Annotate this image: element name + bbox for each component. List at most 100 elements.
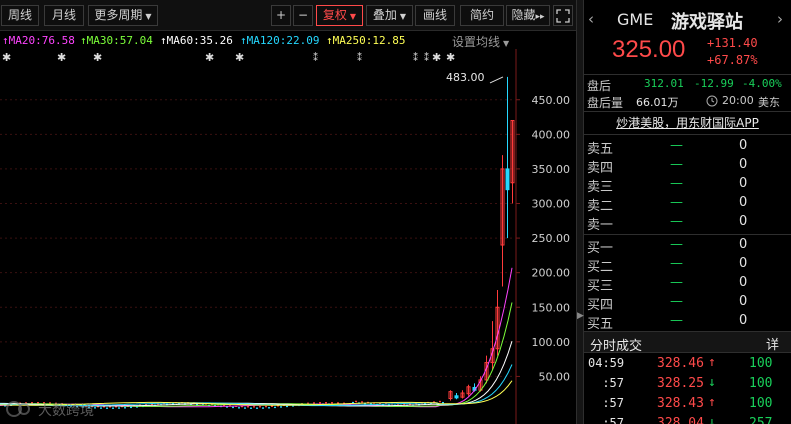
max-price-label: 483.00	[446, 71, 485, 84]
monthly-period-button[interactable]: 月线	[44, 5, 84, 26]
ask-price: —	[670, 214, 683, 229]
arrow-up-icon: ↑	[708, 355, 716, 370]
y-tick-label: 200.00	[532, 267, 571, 280]
after-hours-volume-label: 盘后量	[587, 96, 624, 110]
ma250-value: ↑MA250:12.85	[326, 34, 406, 47]
bid-row: 买一 — 0	[584, 236, 791, 256]
ask-row: 卖三 — 0	[584, 175, 791, 195]
overlay-dropdown[interactable]: 叠加 ▼	[366, 5, 413, 26]
candle	[331, 402, 333, 404]
promo-link[interactable]: 炒港美股，用东财国际APP	[616, 116, 759, 130]
tick-price: 328.04	[657, 416, 704, 424]
candle	[106, 407, 108, 409]
candle	[268, 407, 270, 409]
bid-volume: 0	[739, 294, 748, 309]
hide-button[interactable]: 隐藏▸▸	[506, 5, 550, 26]
candle	[313, 402, 315, 404]
ask-label: 卖四	[587, 161, 614, 176]
event-dot-marker: ⁑	[413, 51, 418, 64]
bid-price: —	[670, 256, 683, 271]
quote-panel: ‹ › GME 游戏驿站 325.00 +131.40 +67.87% 盘后 3…	[584, 0, 791, 424]
ask-volume: 0	[739, 195, 748, 210]
y-tick-label: 450.00	[532, 94, 571, 107]
tick-row: 04:59 328.46 ↑ 100	[584, 354, 791, 374]
tick-price: 328.25	[657, 376, 704, 391]
next-stock-icon[interactable]: ›	[777, 10, 783, 28]
bid-label: 买五	[587, 317, 614, 332]
bid-row: 买二 — 0	[584, 255, 791, 275]
candle	[112, 407, 114, 409]
tick-price: 328.46	[657, 356, 704, 371]
candle	[130, 406, 132, 409]
zoom-in-button[interactable]: +	[271, 5, 291, 26]
weekly-period-button[interactable]: 周线	[1, 5, 39, 26]
order-book-divider	[584, 234, 791, 235]
price-change-pct: +67.87%	[707, 53, 758, 67]
y-tick-label: 250.00	[532, 232, 571, 245]
event-star-marker: ✱	[93, 51, 102, 64]
adjust-label: 复权	[322, 8, 347, 22]
ask-row: 卖二 — 0	[584, 194, 791, 214]
tick-time: 04:59	[588, 356, 625, 370]
bid-price: —	[670, 294, 683, 309]
zoom-out-button[interactable]: −	[293, 5, 313, 26]
panel-divider[interactable]: ▶	[576, 0, 584, 424]
collapse-panel-icon[interactable]: ▶	[577, 305, 584, 327]
prev-stock-icon[interactable]: ‹	[588, 10, 594, 28]
more-periods-dropdown[interactable]: 更多周期 ▼	[88, 5, 158, 26]
watermark-text: 大数跨境	[38, 403, 94, 419]
last-price: 325.00	[612, 36, 686, 63]
bid-label: 买一	[587, 241, 614, 256]
quote-header: ‹ › GME 游戏驿站 325.00 +131.40 +67.87%	[584, 0, 791, 75]
simple-mode-button[interactable]: 简约	[460, 5, 504, 26]
candle	[361, 401, 363, 403]
ask-row: 卖四 — 0	[584, 156, 791, 176]
event-star-marker: ✱	[57, 51, 66, 64]
tick-time: :57	[602, 376, 624, 390]
promo-banner[interactable]: 炒港美股，用东财国际APP	[584, 111, 791, 135]
bid-price: —	[670, 237, 683, 252]
candle	[319, 402, 321, 404]
ma60-value: ↑MA60:35.26	[160, 34, 233, 47]
ticks-title: 分时成交	[590, 339, 643, 354]
after-hours-label: 盘后	[587, 79, 612, 93]
candle	[271, 405, 273, 407]
candle	[439, 400, 441, 403]
ma30-line	[0, 302, 513, 407]
after-hours-change: -12.99	[694, 77, 734, 90]
tick-row: :57 328.04 ↓ 257	[584, 414, 791, 424]
ask-volume: 0	[739, 176, 748, 191]
candle	[259, 406, 261, 408]
bid-row: 买五 — 0	[584, 312, 791, 332]
tick-time: :57	[602, 416, 624, 424]
ma20-value: ↑MA20:76.58	[2, 34, 75, 47]
ma120-value: ↑MA120:22.09	[240, 34, 320, 47]
candle	[118, 407, 120, 409]
tick-time: :57	[602, 396, 624, 410]
tick-row: :57 328.43 ↑ 100	[584, 394, 791, 414]
tick-volume: 100	[749, 376, 773, 391]
ma-settings-dropdown[interactable]: 设置均线 ▼	[452, 33, 509, 50]
candle	[124, 407, 126, 409]
tick-volume: 100	[749, 356, 773, 371]
candle	[247, 406, 249, 408]
kline-chart-canvas[interactable]: 450.00 400.00 350.00 300.00 250.00 200.00 150.…	[0, 49, 576, 424]
draw-line-button[interactable]: 画线	[415, 5, 455, 26]
bid-label: 买二	[587, 260, 614, 275]
y-tick-label: 300.00	[532, 198, 571, 211]
ask-price: —	[670, 157, 683, 172]
candle	[265, 405, 267, 408]
chevron-down-icon: ▼	[399, 12, 407, 21]
fullscreen-button[interactable]	[553, 5, 573, 26]
more-periods-label: 更多周期	[94, 8, 143, 22]
moving-average-bar: ↑MA20:76.58 ↑MA30:57.04 ↑MA60:35.26 ↑MA1…	[0, 31, 516, 49]
ask-row: 卖五 — 0	[584, 137, 791, 157]
adjust-dropdown[interactable]: 复权 ▼	[316, 5, 363, 26]
double-arrow-right-icon: ▸▸	[535, 12, 545, 22]
ma30-value: ↑MA30:57.04	[80, 34, 153, 47]
bid-price: —	[670, 313, 683, 328]
y-tick-label: 400.00	[532, 128, 571, 141]
candle	[244, 407, 246, 409]
kline-chart[interactable]: 450.00 400.00 350.00 300.00 250.00 200.00 150.…	[0, 49, 576, 424]
ticks-detail-button[interactable]: 详	[766, 334, 779, 353]
